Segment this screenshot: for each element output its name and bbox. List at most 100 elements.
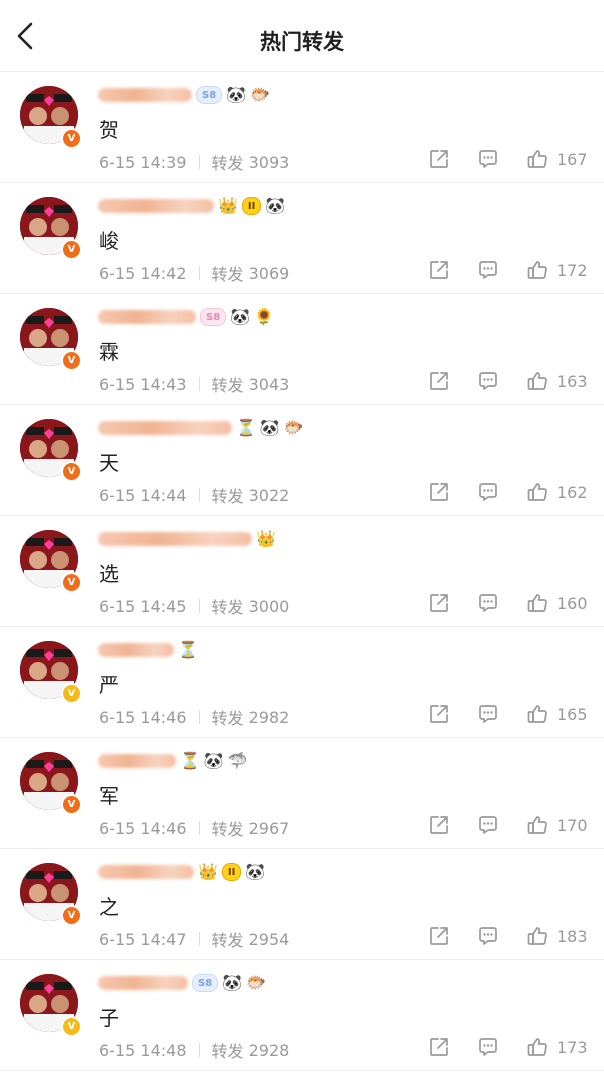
divider (198, 599, 200, 613)
comment-button[interactable] (477, 703, 499, 725)
username[interactable]: ⏳ (98, 639, 198, 661)
comment-icon (479, 261, 497, 279)
repost-meta: 6-15 14:44 转发 3022 (99, 483, 289, 507)
repost-count: 3093 (248, 152, 290, 172)
like-count: 165 (557, 704, 588, 724)
hourglass-icon: ⏳ (236, 418, 256, 437)
panda-icon: 🐼 (222, 973, 243, 992)
hourglass-icon: ⏳ (178, 640, 198, 659)
like-button[interactable]: 165 (526, 703, 588, 725)
timestamp: 6-15 14:44 (99, 485, 187, 505)
repost-content: 峻 (99, 229, 119, 253)
username[interactable]: S8 🐼 🐡 (98, 84, 270, 106)
repost-label: 转发 (211, 487, 244, 506)
comment-button[interactable] (477, 814, 499, 836)
list-item[interactable]: V S8 🐼 🐡 贺 6-15 14:39 转发 3093 167 (0, 72, 604, 183)
repost-count: 2982 (248, 707, 290, 727)
share-icon (430, 372, 448, 390)
comment-button[interactable] (477, 592, 499, 614)
repost-meta: 6-15 14:48 转发 2928 (99, 1038, 289, 1062)
panda-icon: 🐼 (226, 85, 247, 104)
thumbs-up-icon (527, 483, 547, 501)
username[interactable]: ⏳ 🐼 🐡 (98, 417, 304, 439)
panda-icon: 🐼 (203, 751, 224, 770)
repost-label: 转发 (211, 931, 244, 950)
verified-badge: V (61, 128, 82, 149)
thumbs-up-icon (527, 261, 547, 279)
like-count: 183 (557, 926, 588, 946)
like-button[interactable]: 167 (526, 148, 588, 170)
timestamp: 6-15 14:48 (99, 1040, 187, 1060)
level-badge: II (241, 197, 262, 215)
timestamp: 6-15 14:39 (99, 152, 187, 172)
share-button[interactable] (428, 148, 450, 170)
like-button[interactable]: 172 (526, 259, 588, 281)
repost-label: 转发 (211, 709, 244, 728)
like-count: 160 (557, 593, 588, 613)
verified-badge: V (61, 572, 82, 593)
share-button[interactable] (428, 481, 450, 503)
share-button[interactable] (428, 259, 450, 281)
sunflower-icon: 🌻 (254, 307, 275, 326)
share-button[interactable] (428, 703, 450, 725)
like-button[interactable]: 160 (526, 592, 588, 614)
share-button[interactable] (428, 925, 450, 947)
comment-button[interactable] (477, 925, 499, 947)
list-item[interactable]: V ⏳ 严 6-15 14:46 转发 2982 165 (0, 627, 604, 738)
like-button[interactable]: 162 (526, 481, 588, 503)
repost-count: 2967 (248, 818, 290, 838)
divider (198, 710, 200, 724)
divider (198, 932, 200, 946)
comment-button[interactable] (477, 370, 499, 392)
share-icon (430, 816, 448, 834)
like-count: 162 (557, 482, 588, 502)
repost-list: V S8 🐼 🐡 贺 6-15 14:39 转发 3093 167 V 👑 II… (0, 72, 604, 1071)
share-icon (430, 705, 448, 723)
thumbs-up-icon (527, 816, 547, 834)
username[interactable]: S8 🐼 🌻 (98, 306, 274, 328)
comment-button[interactable] (477, 1036, 499, 1058)
username[interactable]: 👑 (98, 528, 276, 550)
repost-content: 之 (99, 895, 119, 919)
share-button[interactable] (428, 592, 450, 614)
like-button[interactable]: 170 (526, 814, 588, 836)
list-item[interactable]: V S8 🐼 🌻 霖 6-15 14:43 转发 3043 163 (0, 294, 604, 405)
list-item[interactable]: V S8 🐼 🐡 子 6-15 14:48 转发 2928 173 (0, 960, 604, 1071)
share-button[interactable] (428, 370, 450, 392)
list-item[interactable]: V 👑 II 🐼 峻 6-15 14:42 转发 3069 172 (0, 183, 604, 294)
like-button[interactable]: 183 (526, 925, 588, 947)
verified-badge: V (61, 683, 82, 704)
repost-meta: 6-15 14:39 转发 3093 (99, 150, 289, 174)
blurred-username (98, 88, 192, 102)
repost-count: 3000 (248, 596, 290, 616)
list-item[interactable]: V 👑 II 🐼 之 6-15 14:47 转发 2954 183 (0, 849, 604, 960)
repost-count: 3022 (248, 485, 290, 505)
comment-icon (479, 927, 497, 945)
like-button[interactable]: 173 (526, 1036, 588, 1058)
username[interactable]: 👑 II 🐼 (98, 861, 265, 883)
share-button[interactable] (428, 1036, 450, 1058)
fish-icon: 🐡 (283, 418, 304, 437)
username[interactable]: S8 🐼 🐡 (98, 972, 266, 994)
list-item[interactable]: V 👑 选 6-15 14:45 转发 3000 160 (0, 516, 604, 627)
repost-label: 转发 (211, 598, 244, 617)
comment-button[interactable] (477, 481, 499, 503)
comment-icon (479, 150, 497, 168)
share-button[interactable] (428, 814, 450, 836)
list-item[interactable]: V ⏳ 🐼 🦈 军 6-15 14:46 转发 2967 170 (0, 738, 604, 849)
shark-icon: 🦈 (227, 751, 248, 770)
comment-button[interactable] (477, 148, 499, 170)
divider (198, 155, 200, 169)
comment-icon (479, 816, 497, 834)
panda-icon: 🐼 (265, 196, 286, 215)
comment-button[interactable] (477, 259, 499, 281)
repost-meta: 6-15 14:47 转发 2954 (99, 927, 289, 951)
divider (198, 377, 200, 391)
share-icon (430, 594, 448, 612)
list-item[interactable]: V ⏳ 🐼 🐡 天 6-15 14:44 转发 3022 162 (0, 405, 604, 516)
repost-content: 子 (99, 1006, 119, 1030)
username[interactable]: ⏳ 🐼 🦈 (98, 750, 248, 772)
username[interactable]: 👑 II 🐼 (98, 195, 285, 217)
level-badge: II (221, 863, 242, 881)
like-button[interactable]: 163 (526, 370, 588, 392)
